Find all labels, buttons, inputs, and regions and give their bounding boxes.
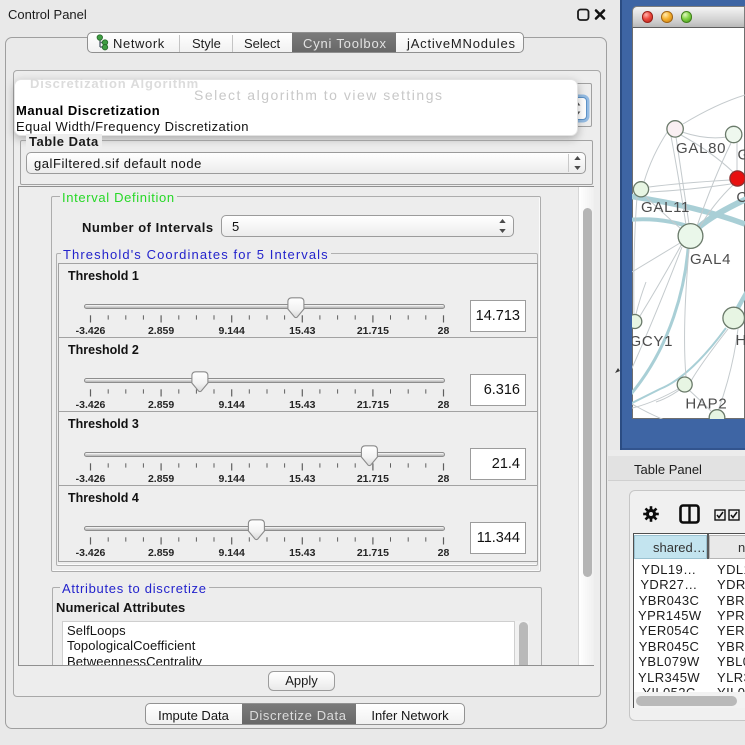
svg-text:GAL80: GAL80 xyxy=(676,140,726,157)
svg-text:HAP2: HAP2 xyxy=(685,396,727,413)
svg-text:H: H xyxy=(736,332,745,349)
svg-text:GA: GA xyxy=(738,147,745,164)
svg-text:C: C xyxy=(736,189,745,206)
svg-text:GAL11: GAL11 xyxy=(641,199,690,216)
svg-text:GAL4: GAL4 xyxy=(690,251,731,268)
svg-text:GCY1: GCY1 xyxy=(632,333,673,350)
